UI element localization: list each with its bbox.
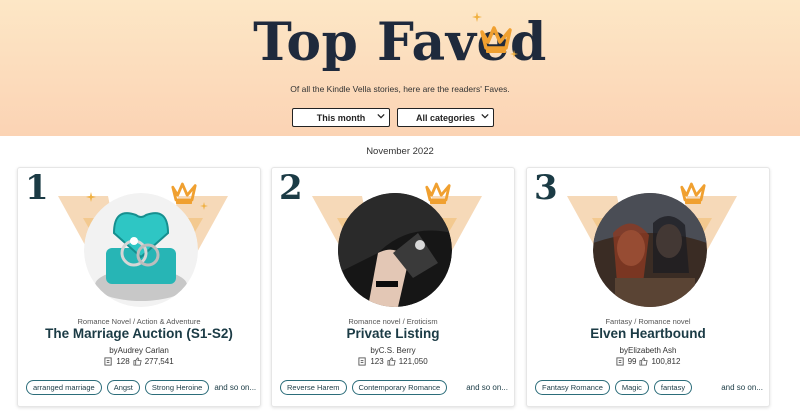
story-author[interactable]: byElizabeth Ash bbox=[527, 346, 769, 355]
chevron-down-icon bbox=[377, 113, 385, 119]
story-title[interactable]: Elven Heartbound bbox=[527, 326, 769, 341]
hero-banner: Top Faved Of all the Kindle Vella storie… bbox=[0, 0, 800, 136]
story-title[interactable]: The Marriage Auction (S1-S2) bbox=[18, 326, 260, 341]
story-stats: 123 121,050 bbox=[272, 357, 514, 366]
crown-icon bbox=[472, 12, 518, 58]
tag-list: Reverse Harem Contemporary Romance and s… bbox=[280, 380, 508, 395]
story-genre: Romance novel / Eroticism bbox=[348, 317, 438, 326]
thumbs-up-icon bbox=[639, 357, 649, 366]
story-cover-image[interactable] bbox=[338, 193, 452, 307]
story-title[interactable]: Private Listing bbox=[272, 326, 514, 341]
episode-count: 123 bbox=[370, 357, 384, 366]
fave-count: 121,050 bbox=[398, 357, 428, 366]
tag-chip[interactable]: Strong Heroine bbox=[144, 380, 210, 395]
month-label: November 2022 bbox=[366, 146, 434, 157]
category-select-value: All categories bbox=[415, 112, 476, 123]
tag-chip[interactable]: Reverse Harem bbox=[280, 380, 347, 395]
page-subtitle: Of all the Kindle Vella stories, here ar… bbox=[290, 84, 510, 94]
category-select[interactable]: All categories bbox=[397, 108, 494, 127]
rank-number: 2 bbox=[279, 168, 303, 208]
period-select-value: This month bbox=[316, 112, 366, 123]
tag-list: arranged marriage Angst Strong Heroine a… bbox=[26, 380, 256, 395]
fave-count: 100,812 bbox=[651, 357, 681, 366]
tag-chip[interactable]: Contemporary Romance bbox=[351, 380, 448, 395]
story-stats: 128 277,541 bbox=[18, 357, 260, 366]
episodes-icon bbox=[358, 357, 367, 366]
page-title: Top Faved bbox=[253, 12, 547, 73]
more-tags-link[interactable]: and so on... bbox=[466, 383, 508, 392]
story-cover-image[interactable] bbox=[593, 193, 707, 307]
rank-number: 3 bbox=[534, 168, 558, 208]
more-tags-link[interactable]: and so on... bbox=[721, 383, 763, 392]
period-select[interactable]: This month bbox=[292, 108, 390, 127]
tag-chip[interactable]: Fantasy Romance bbox=[535, 380, 610, 395]
story-author[interactable]: byC.S. Berry bbox=[272, 346, 514, 355]
thumbs-up-icon bbox=[133, 357, 142, 366]
story-cover-image[interactable] bbox=[84, 193, 198, 307]
tag-chip[interactable]: Angst bbox=[106, 380, 140, 395]
rank-number: 1 bbox=[25, 168, 49, 208]
tag-chip[interactable]: Magic bbox=[614, 380, 649, 395]
story-genre: Fantasy / Romance novel bbox=[605, 317, 691, 326]
story-author[interactable]: byAudrey Carlan bbox=[18, 346, 260, 355]
episode-count: 128 bbox=[116, 357, 130, 366]
story-stats: 99 100,812 bbox=[527, 357, 769, 366]
story-genre: Romance Novel / Action & Adventure bbox=[77, 317, 201, 326]
tag-list: Fantasy Romance Magic fantasy and so on.… bbox=[535, 380, 763, 395]
sparkle-icon bbox=[200, 202, 208, 210]
thumbs-up-icon bbox=[387, 357, 396, 366]
story-card[interactable]: 3 Fantasy / Romance novel Elven Heartbou… bbox=[526, 167, 770, 407]
episodes-icon bbox=[104, 357, 113, 366]
story-card[interactable]: 1 Romance Novel / Action & Adventure The… bbox=[17, 167, 261, 407]
chevron-down-icon bbox=[481, 113, 489, 119]
tag-chip[interactable]: fantasy bbox=[653, 380, 693, 395]
tag-chip[interactable]: arranged marriage bbox=[26, 380, 102, 395]
fave-count: 277,541 bbox=[144, 357, 174, 366]
episodes-icon bbox=[616, 357, 624, 366]
episode-count: 99 bbox=[627, 357, 637, 366]
more-tags-link[interactable]: and so on... bbox=[214, 383, 256, 392]
sparkle-icon bbox=[86, 192, 96, 202]
story-card[interactable]: 2 Romance novel / Eroticism Private List… bbox=[271, 167, 515, 407]
